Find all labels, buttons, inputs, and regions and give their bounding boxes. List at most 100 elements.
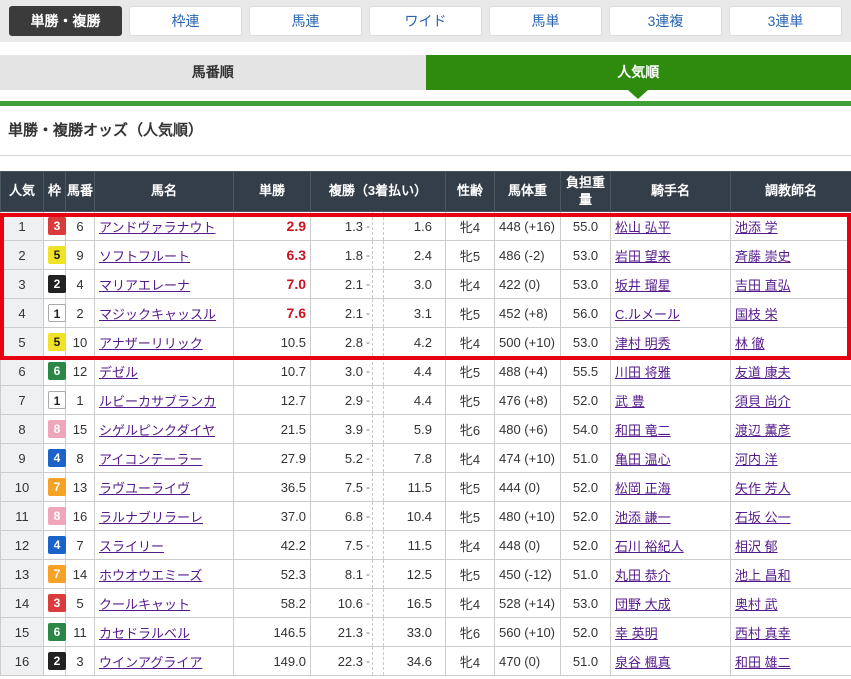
horse-name-link[interactable]: ラルナブリラーレ <box>99 510 203 525</box>
impost-cell: 52.0 <box>561 531 611 560</box>
trainer-link[interactable]: 河内 洋 <box>735 452 778 467</box>
waku-cell: 5 <box>44 241 66 270</box>
horse-name-link[interactable]: クールキャット <box>99 597 190 612</box>
fukusho-dashed-divider <box>372 589 384 617</box>
horse-weight-cell: 470 (0) <box>495 647 561 676</box>
jockey-link[interactable]: 丸田 恭介 <box>615 568 671 583</box>
jockey-link[interactable]: 団野 大成 <box>615 597 671 612</box>
impost-cell: 54.0 <box>561 415 611 444</box>
horse-name-link[interactable]: シゲルピンクダイヤ <box>99 423 215 438</box>
horse-name-link[interactable]: ウインアグライア <box>99 655 202 670</box>
trainer-link[interactable]: 相沢 郁 <box>735 539 778 554</box>
trainer-link[interactable]: 石坂 公一 <box>735 510 791 525</box>
jockey-cell: 石川 裕紀人 <box>611 531 731 560</box>
tansho-odds: 7.0 <box>234 270 311 299</box>
table-row: 8815シゲルピンクダイヤ21.53.9-5.9牝6480 (+6)54.0和田… <box>1 415 851 444</box>
trainer-link[interactable]: 奥村 武 <box>735 597 778 612</box>
jockey-link[interactable]: 武 豊 <box>615 394 645 409</box>
trainer-link[interactable]: 池添 学 <box>735 220 778 235</box>
trainer-cell: 西村 真幸 <box>731 618 851 647</box>
horse-name-link[interactable]: ホウオウエミーズ <box>99 568 202 583</box>
fukusho-high: 12.5 <box>384 567 441 582</box>
sort-tabs: 馬番順 人気順 <box>0 55 851 90</box>
horse-name-link[interactable]: ラヴユーライヴ <box>99 481 190 496</box>
bet-tab-1[interactable]: 枠連 <box>129 6 242 36</box>
horse-name-link[interactable]: アンドヴァラナウト <box>99 220 215 235</box>
trainer-link[interactable]: 林 徹 <box>735 336 765 351</box>
rank-cell: 9 <box>1 444 44 473</box>
jockey-link[interactable]: 川田 将雅 <box>615 365 671 380</box>
waku-cell: 1 <box>44 386 66 415</box>
fukusho-high: 5.9 <box>384 422 441 437</box>
jockey-link[interactable]: 幸 英明 <box>615 626 658 641</box>
trainer-link[interactable]: 西村 真幸 <box>735 626 791 641</box>
horse-weight-cell: 488 (+4) <box>495 357 561 386</box>
waku-badge: 6 <box>48 623 66 641</box>
jockey-cell: 丸田 恭介 <box>611 560 731 589</box>
fukusho-odds: 2.1-3.1 <box>311 299 446 328</box>
table-row: 5510アナザーリリック10.52.8-4.2牝4500 (+10)53.0津村… <box>1 328 851 357</box>
horse-name-link[interactable]: アナザーリリック <box>99 336 203 351</box>
sex-age-cell: 牝4 <box>446 212 495 241</box>
horse-name-link[interactable]: カセドラルベル <box>99 626 190 641</box>
horse-name-link[interactable]: マリアエレーナ <box>99 278 190 293</box>
sex-age-cell: 牝5 <box>446 241 495 270</box>
sex-age-cell: 牝4 <box>446 328 495 357</box>
trainer-link[interactable]: 国枝 栄 <box>735 307 778 322</box>
trainer-cell: 国枝 栄 <box>731 299 851 328</box>
jockey-link[interactable]: 和田 竜二 <box>615 423 671 438</box>
bet-tab-2[interactable]: 馬連 <box>249 6 362 36</box>
bet-tab-4[interactable]: 馬単 <box>489 6 602 36</box>
jockey-link[interactable]: 池添 謙一 <box>615 510 671 525</box>
horse-weight-cell: 560 (+10) <box>495 618 561 647</box>
umaban-cell: 10 <box>66 328 95 357</box>
bet-tab-6[interactable]: 3連単 <box>729 6 842 36</box>
trainer-cell: 吉田 直弘 <box>731 270 851 299</box>
trainer-link[interactable]: 渡辺 薫彦 <box>735 423 791 438</box>
bet-tab-3[interactable]: ワイド <box>369 6 482 36</box>
horse-name-link[interactable]: ソフトフルート <box>99 249 190 264</box>
waku-cell: 7 <box>44 473 66 502</box>
tansho-odds: 36.5 <box>234 473 311 502</box>
trainer-link[interactable]: 吉田 直弘 <box>735 278 791 293</box>
sort-tab-ninki-order[interactable]: 人気順 <box>426 55 851 90</box>
waku-badge: 1 <box>48 304 66 322</box>
sort-tab-umaban-order[interactable]: 馬番順 <box>0 55 426 90</box>
jockey-link[interactable]: 岩田 望来 <box>615 249 671 264</box>
trainer-link[interactable]: 和田 雄二 <box>735 655 791 670</box>
horse-name-link[interactable]: アイコンテーラー <box>99 452 202 467</box>
horse-name-link[interactable]: スライリー <box>99 539 164 554</box>
jockey-link[interactable]: 亀田 温心 <box>615 452 671 467</box>
fukusho-low: 5.2 <box>315 451 363 466</box>
umaban-cell: 2 <box>66 299 95 328</box>
bet-tab-5[interactable]: 3連複 <box>609 6 722 36</box>
fukusho-separator: - <box>363 335 372 349</box>
horse-weight-cell: 474 (+10) <box>495 444 561 473</box>
table-row: 11816ラルナブリラーレ37.06.8-10.4牝5480 (+10)52.0… <box>1 502 851 531</box>
trainer-link[interactable]: 斉藤 崇史 <box>735 249 791 264</box>
jockey-link[interactable]: 泉谷 楓真 <box>615 655 671 670</box>
jockey-link[interactable]: 石川 裕紀人 <box>615 539 684 554</box>
rank-cell: 15 <box>1 618 44 647</box>
trainer-link[interactable]: 須貝 尚介 <box>735 394 791 409</box>
rank-cell: 12 <box>1 531 44 560</box>
trainer-cell: 須貝 尚介 <box>731 386 851 415</box>
jockey-link[interactable]: 坂井 瑠星 <box>615 278 671 293</box>
horse-name-link[interactable]: マジックキャッスル <box>99 307 216 322</box>
horse-weight-cell: 422 (0) <box>495 270 561 299</box>
fukusho-separator: - <box>363 306 372 320</box>
jockey-link[interactable]: 松岡 正海 <box>615 481 671 496</box>
horse-name-link[interactable]: ルビーカサブランカ <box>99 394 216 409</box>
col-header-5: 複勝（3着払い） <box>311 172 446 212</box>
jockey-cell: 幸 英明 <box>611 618 731 647</box>
jockey-link[interactable]: C.ルメール <box>615 307 680 322</box>
horse-name-link[interactable]: デゼル <box>99 365 138 380</box>
jockey-link[interactable]: 津村 明秀 <box>615 336 671 351</box>
trainer-link[interactable]: 矢作 芳人 <box>735 481 791 496</box>
bet-tab-0[interactable]: 単勝・複勝 <box>9 6 122 36</box>
jockey-link[interactable]: 松山 弘平 <box>615 220 671 235</box>
trainer-link[interactable]: 友道 康夫 <box>735 365 791 380</box>
trainer-link[interactable]: 池上 昌和 <box>735 568 791 583</box>
trainer-cell: 斉藤 崇史 <box>731 241 851 270</box>
waku-cell: 2 <box>44 647 66 676</box>
